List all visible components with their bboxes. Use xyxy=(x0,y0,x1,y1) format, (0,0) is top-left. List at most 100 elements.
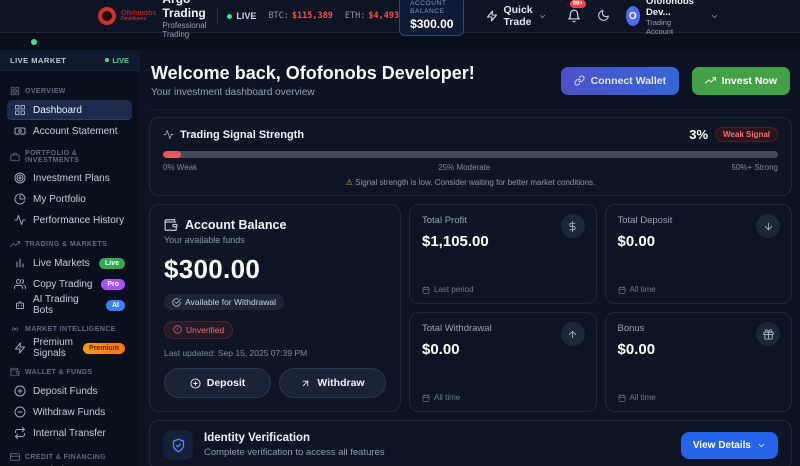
invest-now-button[interactable]: Invest Now xyxy=(692,67,790,95)
connect-wallet-label: Connect Wallet xyxy=(591,75,666,87)
notification-count-badge: 99+ xyxy=(570,0,586,8)
theme-toggle-button[interactable] xyxy=(597,7,610,25)
eth-ticker: ETH: $4,493 xyxy=(345,11,399,21)
page-subtitle: Your investment dashboard overview xyxy=(151,87,475,98)
sidebar-item-label: Performance History xyxy=(33,215,124,226)
radio-icon xyxy=(10,324,20,334)
sidebar-item-internal-transfer[interactable]: Internal Transfer xyxy=(7,423,132,443)
scale-weak: 0% Weak xyxy=(163,163,197,172)
header-divider xyxy=(217,8,218,24)
stat-period: All time xyxy=(630,393,656,402)
sidebar-item-dashboard[interactable]: Dashboard xyxy=(7,100,132,120)
sidebar-item-live-markets[interactable]: Live Markets Live xyxy=(7,253,132,273)
activity-icon xyxy=(163,129,174,140)
bar-chart-icon xyxy=(14,257,26,269)
sidebar-item-label: My Portfolio xyxy=(33,194,86,205)
bot-icon xyxy=(14,299,26,311)
signal-warning: ⚠ Signal strength is low. Consider waiti… xyxy=(163,178,778,187)
users-icon xyxy=(14,278,26,290)
withdraw-label: Withdraw xyxy=(317,377,364,389)
wallet-icon xyxy=(164,218,178,232)
sidebar-item-investment-plans[interactable]: Investment Plans xyxy=(7,168,132,188)
chevron-down-icon xyxy=(757,441,766,450)
stat-card-total-profit: Total Profit $1,105.00 Last period xyxy=(409,204,597,304)
arrow-up-icon xyxy=(561,322,585,346)
stat-title: Total Profit xyxy=(422,215,584,226)
sidebar-item-withdraw-funds[interactable]: Withdraw Funds xyxy=(7,402,132,422)
transfer-icon xyxy=(14,427,26,439)
section-label: MARKET INTELLIGENCE xyxy=(25,326,116,333)
stat-value: $0.00 xyxy=(618,341,780,358)
bell-icon xyxy=(567,9,581,23)
account-balance-box: ACCOUNT BALANCE $300.00 xyxy=(399,0,464,36)
pro-badge: Pro xyxy=(101,279,125,290)
section-label: CREDIT & FINANCING xyxy=(25,454,106,461)
plus-circle-icon xyxy=(14,385,26,397)
section-overview: OVERVIEW xyxy=(10,86,129,96)
dollar-icon xyxy=(561,214,585,238)
section-label: OVERVIEW xyxy=(25,88,66,95)
premium-badge: Premium xyxy=(83,343,125,354)
stat-card-bonus: Bonus $0.00 All time xyxy=(605,312,793,412)
identity-title: Identity Verification xyxy=(204,432,385,444)
sidebar-item-premium-signals[interactable]: Premium Signals Premium xyxy=(7,338,132,358)
profile-role: Trading Account xyxy=(646,18,700,36)
link-icon xyxy=(574,75,585,86)
sidebar-item-label: Withdraw Funds xyxy=(33,407,105,418)
calendar-icon xyxy=(422,286,430,294)
target-icon xyxy=(14,172,26,184)
profile-name: Ofofonobs Dev... xyxy=(646,0,700,18)
account-balance-card: Account Balance Your available funds $30… xyxy=(149,204,401,412)
signal-percent: 3% xyxy=(689,127,708,142)
pie-chart-icon xyxy=(14,193,26,205)
sidebar-item-my-portfolio[interactable]: My Portfolio xyxy=(7,189,132,209)
section-trading: TRADING & MARKETS xyxy=(10,239,129,249)
signal-progress-track xyxy=(163,151,778,158)
account-balance-value: $300.00 xyxy=(410,17,453,33)
ticker-dot-icon xyxy=(31,39,37,45)
activity-icon xyxy=(14,214,26,226)
scale-strong: 50%+ Strong xyxy=(732,163,778,172)
arrow-up-right-icon xyxy=(300,378,311,389)
sidebar-item-deposit-funds[interactable]: Deposit Funds xyxy=(7,381,132,401)
live-dot-icon xyxy=(105,58,109,62)
eth-price: $4,493 xyxy=(368,11,399,21)
sidebar-item-performance-history[interactable]: Performance History xyxy=(7,210,132,230)
view-details-label: View Details xyxy=(693,440,751,451)
app-title: Argo Trading xyxy=(162,0,206,21)
available-withdrawal-badge: Available for Withdrawal xyxy=(164,294,284,310)
invest-now-label: Invest Now xyxy=(722,75,777,87)
quick-trade-button[interactable]: Quick Trade xyxy=(486,4,546,28)
profile-menu[interactable]: O Ofofonobs Dev... Trading Account xyxy=(626,0,719,36)
calendar-icon xyxy=(618,286,626,294)
ai-badge: AI xyxy=(106,300,125,311)
warning-icon: ⚠ xyxy=(346,178,353,187)
stat-card-total-deposit: Total Deposit $0.00 All time xyxy=(605,204,793,304)
check-circle-icon xyxy=(172,298,181,307)
eth-label: ETH: xyxy=(345,11,365,21)
stat-value: $0.00 xyxy=(618,233,780,250)
trading-signal-card: Trading Signal Strength 3% Weak Signal 0… xyxy=(149,117,792,196)
stat-period: All time xyxy=(630,285,656,294)
top-header: Ofofonobs Developers Argo Trading Profes… xyxy=(0,0,800,33)
minus-circle-icon xyxy=(14,406,26,418)
view-details-button[interactable]: View Details xyxy=(681,432,778,459)
sidebar-item-copy-trading[interactable]: Copy Trading Pro xyxy=(7,274,132,294)
deposit-button[interactable]: Deposit xyxy=(164,368,271,398)
withdraw-button[interactable]: Withdraw xyxy=(279,368,386,398)
gift-icon xyxy=(756,322,780,346)
balance-amount: $300.00 xyxy=(164,254,386,285)
sidebar-item-ai-trading-bots[interactable]: AI Trading Bots AI xyxy=(7,295,132,315)
sidebar: LIVE MARKET LIVE OVERVIEW Dashboard Acco… xyxy=(0,50,140,466)
notifications-button[interactable]: 99+ xyxy=(567,7,581,25)
trending-up-icon xyxy=(10,239,20,249)
wallet-icon xyxy=(10,367,20,377)
section-credit: CREDIT & FINANCING xyxy=(10,452,129,462)
app-subtitle: Professional Trading xyxy=(162,21,206,39)
sidebar-item-account-statement[interactable]: Account Statement xyxy=(7,121,132,141)
live-market-title: LIVE MARKET xyxy=(10,56,66,65)
sidebar-item-label: Live Markets xyxy=(33,258,90,269)
connect-wallet-button[interactable]: Connect Wallet xyxy=(561,67,679,95)
zap-icon xyxy=(14,342,26,354)
btc-ticker: BTC: $115,389 xyxy=(268,11,332,21)
